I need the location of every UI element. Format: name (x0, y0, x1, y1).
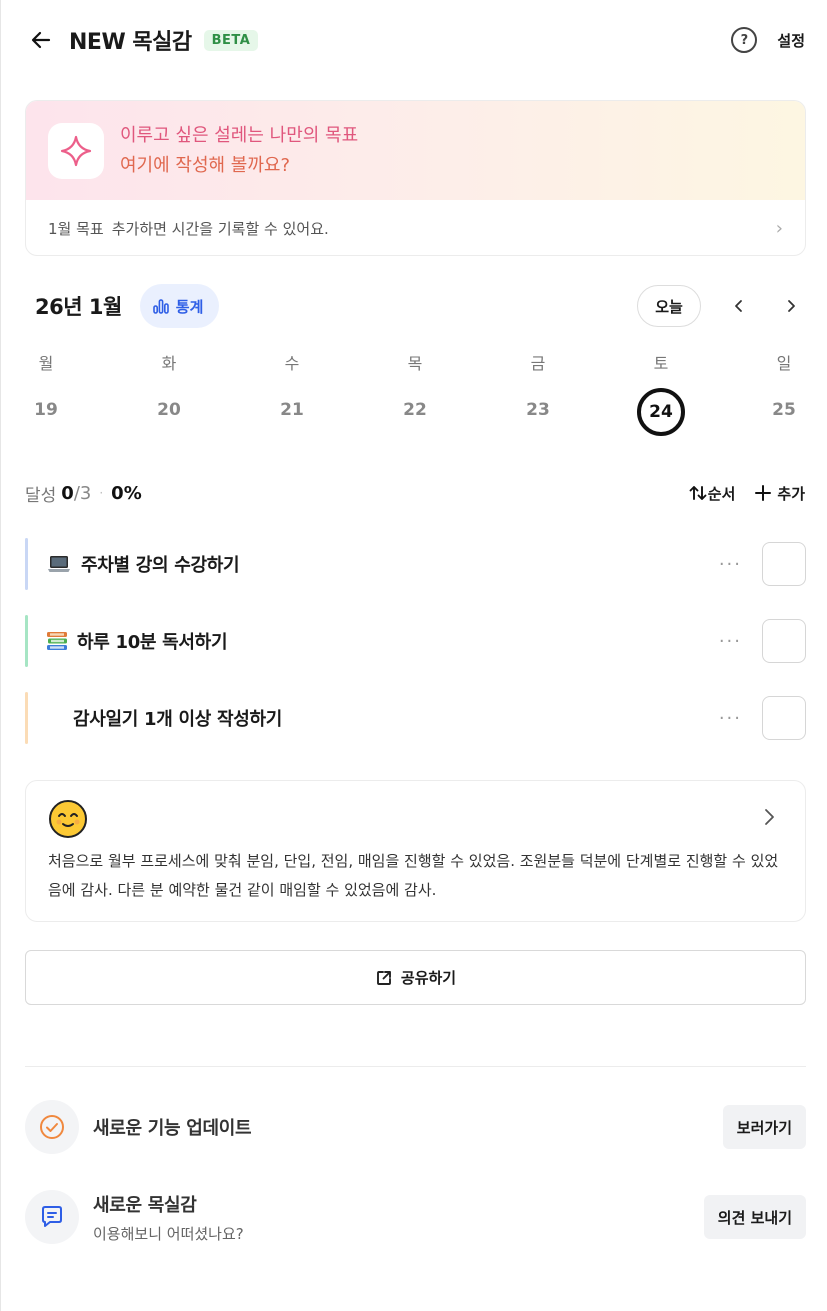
prev-week-button[interactable] (725, 292, 753, 320)
date-cell[interactable]: 22 (385, 388, 445, 432)
diary-text: 처음으로 월부 프로세스에 맞춰 분임, 단입, 전임, 매임을 진행할 수 있… (48, 852, 779, 899)
books-icon (45, 630, 69, 652)
achievement-row: 달성 0 /3 · 0% 순서 추가 (25, 478, 805, 508)
message-icon (42, 1206, 62, 1227)
app-frame: NEW 목실감 BETA ? 설정 이루고 싶은 설레는 나만의 목표 여기에 … (0, 0, 827, 1311)
month-goal-hint: 추가하면 시간을 기록할 수 있어요. (111, 219, 329, 238)
chevron-right-icon (788, 300, 795, 312)
page-title: NEW 목실감 (69, 30, 192, 55)
date-cell[interactable]: 20 (139, 388, 199, 432)
stats-button[interactable]: 통계 (139, 284, 220, 328)
date-cell[interactable]: 19 (16, 388, 76, 432)
back-button[interactable] (27, 26, 55, 54)
weekday-sat: 토 (653, 354, 669, 373)
gratitude-diary-card[interactable]: 처음으로 월부 프로세스에 맞춰 분임, 단입, 전임, 매임을 진행할 수 있… (25, 780, 806, 922)
add-task-label: 추가 (777, 484, 805, 503)
weekday-fri: 금 (530, 354, 546, 373)
goal-card[interactable]: 이루고 싶은 설레는 나만의 목표 여기에 작성해 볼까요? 1월 목표 추가하… (25, 100, 806, 256)
section-divider (25, 1066, 806, 1067)
beta-badge: BETA (203, 29, 259, 51)
view-update-button[interactable]: 보러가기 (722, 1105, 806, 1149)
feedback-text: 새로운 목실감 이용해보니 어떠셨나요? (93, 1191, 244, 1244)
task-checkbox[interactable] (762, 619, 806, 663)
separator-dot: · (99, 486, 104, 500)
goal-prompt-line1: 이루고 싶은 설레는 나만의 목표 (120, 125, 359, 146)
bar-chart-icon (152, 299, 169, 314)
feedback-title: 새로운 목실감 (93, 1194, 197, 1216)
smiling-face-icon (48, 799, 88, 843)
update-title: 새로운 기능 업데이트 (93, 1118, 252, 1139)
task-name: 감사일기 1개 이상 작성하기 (73, 709, 282, 730)
feedback-subtitle: 이용해보니 어떠셨나요? (93, 1224, 244, 1243)
date-row: 19 20 21 22 23 24 25 (25, 388, 806, 444)
send-feedback-button[interactable]: 의견 보내기 (703, 1195, 806, 1239)
update-text: 새로운 기능 업데이트 (93, 1114, 252, 1140)
chevron-right-icon: › (775, 217, 783, 239)
update-icon-wrap (25, 1100, 79, 1154)
date-cell[interactable]: 21 (262, 388, 322, 432)
feedback-row: 새로운 목실감 이용해보니 어떠셨나요? 의견 보내기 (25, 1190, 806, 1244)
add-month-goal-row[interactable]: 1월 목표 추가하면 시간을 기록할 수 있어요. › (26, 200, 805, 255)
task-checkbox[interactable] (762, 696, 806, 740)
week-strip: 월 화 수 목 금 토 일 19 20 21 22 23 24 25 (25, 344, 806, 444)
header: NEW 목실감 BETA ? 설정 (25, 22, 805, 58)
more-options-icon[interactable]: ··· (719, 554, 742, 575)
stats-label: 통계 (175, 297, 204, 316)
selected-date-cell[interactable]: 24 (637, 388, 685, 436)
sparkle-icon (60, 135, 92, 167)
date-cell[interactable]: 23 (508, 388, 568, 432)
month-goal-label: 1월 목표 (48, 219, 104, 238)
chevron-right-icon[interactable] (761, 807, 777, 831)
weekday-mon: 월 (38, 354, 54, 373)
settings-button[interactable]: 설정 (777, 30, 805, 51)
task-color-bar (25, 692, 28, 744)
achievement-total: /3 (73, 482, 92, 504)
laptop-icon (47, 554, 71, 574)
achievement-percent: 0% (111, 482, 142, 504)
goal-prompt-line2: 여기에 작성해 볼까요? (120, 155, 291, 176)
more-options-icon[interactable]: ··· (719, 708, 742, 729)
external-link-icon (376, 970, 391, 985)
weekday-tue: 화 (161, 354, 177, 373)
today-button[interactable]: 오늘 (637, 285, 701, 327)
calendar-nav: 오늘 (637, 285, 805, 327)
task-item[interactable]: 하루 10분 독서하기 ··· (25, 615, 806, 667)
month-label: 26년 1월 (35, 295, 122, 319)
arrow-left-icon (31, 31, 51, 49)
achievement-done: 0 (61, 482, 74, 504)
feedback-icon-wrap (25, 1190, 79, 1244)
check-circle-icon (40, 1115, 64, 1139)
weekday-row: 월 화 수 목 금 토 일 (25, 344, 806, 378)
task-color-bar (25, 538, 28, 590)
sort-arrows-icon (689, 486, 707, 500)
next-week-button[interactable] (777, 292, 805, 320)
plus-icon (755, 485, 772, 501)
weekday-wed: 수 (284, 354, 300, 373)
task-actions: 순서 추가 (688, 483, 805, 504)
sort-order-label: 순서 (707, 484, 736, 503)
header-actions: ? 설정 (731, 27, 805, 53)
goal-prompt: 이루고 싶은 설레는 나만의 목표 여기에 작성해 볼까요? (120, 121, 358, 181)
goal-banner: 이루고 싶은 설레는 나만의 목표 여기에 작성해 볼까요? (26, 101, 805, 200)
task-checkbox[interactable] (762, 542, 806, 586)
weekday-sun: 일 (776, 354, 792, 373)
calendar-header: 26년 1월 통계 오늘 (25, 284, 805, 328)
task-name: 주차별 강의 수강하기 (81, 555, 240, 576)
more-options-icon[interactable]: ··· (719, 631, 742, 652)
date-cell[interactable]: 25 (754, 388, 814, 432)
feature-update-row: 새로운 기능 업데이트 보러가기 (25, 1100, 806, 1154)
sort-order-button[interactable]: 순서 (688, 483, 736, 504)
task-item[interactable]: 주차별 강의 수강하기 ··· (25, 538, 806, 590)
achievement-label: 달성 (25, 485, 57, 506)
goal-icon-box (48, 123, 104, 179)
task-color-bar (25, 615, 28, 667)
weekday-thu: 목 (407, 354, 423, 373)
share-button[interactable]: 공유하기 (25, 950, 806, 1005)
add-task-button[interactable]: 추가 (753, 483, 805, 504)
task-item[interactable]: 감사일기 1개 이상 작성하기 ··· (25, 692, 806, 744)
chevron-left-icon (735, 300, 742, 312)
share-label: 공유하기 (400, 969, 457, 987)
task-name: 하루 10분 독서하기 (77, 632, 228, 653)
help-icon[interactable]: ? (731, 27, 758, 53)
